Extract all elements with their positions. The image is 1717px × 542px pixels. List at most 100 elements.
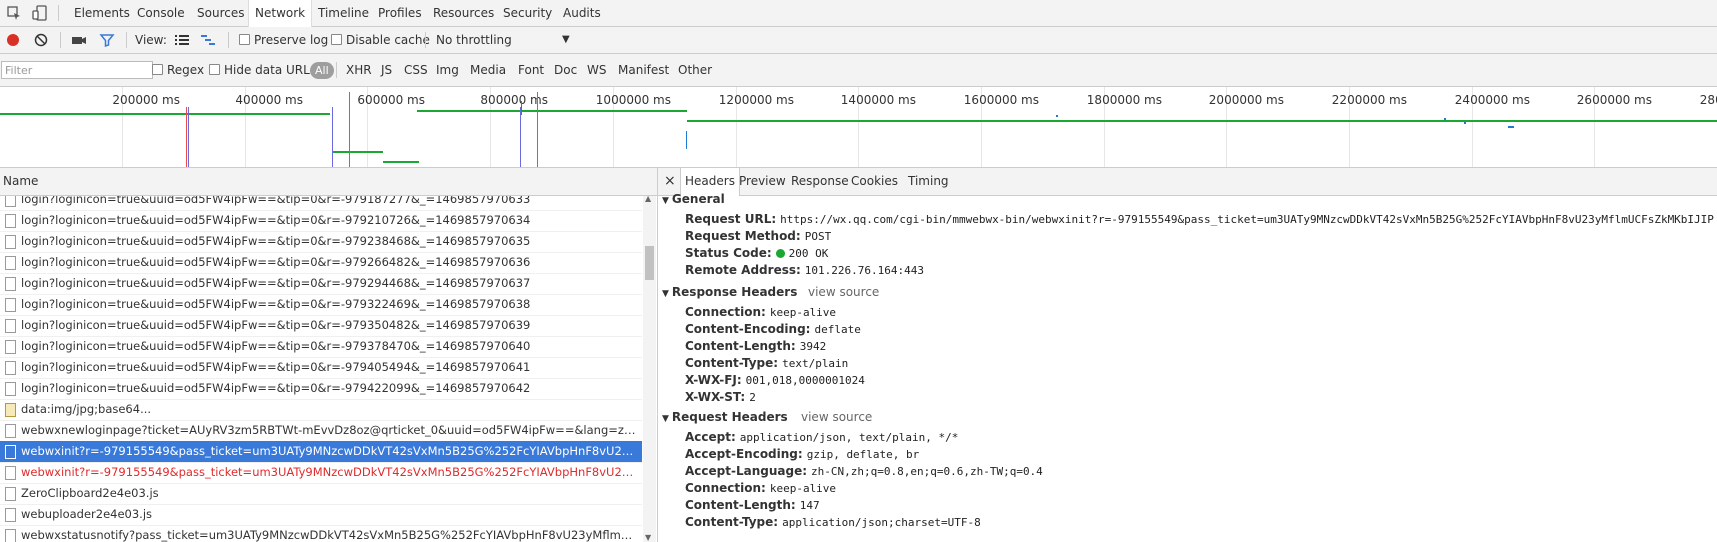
hide-data-urls-checkbox[interactable]: Hide data URLs bbox=[209, 54, 316, 86]
tab-profiles[interactable]: Profiles bbox=[372, 0, 428, 26]
screenshot-camera-icon[interactable] bbox=[71, 32, 87, 48]
overview-tick-label: 1200000 ms bbox=[718, 93, 794, 107]
preserve-log-checkbox[interactable]: Preserve log bbox=[239, 27, 328, 53]
scrollbar-thumb[interactable] bbox=[645, 246, 654, 280]
header-key: Content-Length: bbox=[685, 498, 796, 512]
disclosure-triangle-icon[interactable]: ▼ bbox=[662, 289, 669, 299]
checkbox-box[interactable] bbox=[209, 64, 220, 75]
regex-label: Regex bbox=[167, 63, 205, 77]
tab-response[interactable]: Response bbox=[787, 168, 853, 195]
filter-type-img[interactable]: Img bbox=[436, 54, 459, 86]
dom-content-loaded-marker bbox=[332, 107, 333, 167]
document-file-icon bbox=[5, 235, 16, 249]
hide-data-urls-label: Hide data URLs bbox=[224, 63, 317, 77]
request-name: login?loginicon=true&uuid=od5FW4ipFw==&t… bbox=[21, 213, 531, 227]
tab-timing[interactable]: Timing bbox=[904, 168, 953, 195]
tab-resources[interactable]: Resources bbox=[427, 0, 500, 26]
tab-preview[interactable]: Preview bbox=[735, 168, 790, 195]
request-row[interactable]: webwxinit?r=-979155549&pass_ticket=um3UA… bbox=[0, 462, 642, 484]
header-entry: Request Method: POST bbox=[685, 228, 831, 245]
filter-type-xhr[interactable]: XHR bbox=[346, 54, 372, 86]
filter-type-font[interactable]: Font bbox=[518, 54, 544, 86]
request-row[interactable]: login?loginicon=true&uuid=od5FW4ipFw==&t… bbox=[0, 378, 642, 400]
filter-funnel-icon[interactable] bbox=[99, 32, 115, 48]
header-key: Remote Address: bbox=[685, 263, 801, 277]
request-row[interactable]: login?loginicon=true&uuid=od5FW4ipFw==&t… bbox=[0, 252, 642, 274]
filter-type-js[interactable]: JS bbox=[381, 54, 392, 86]
request-row[interactable]: login?loginicon=true&uuid=od5FW4ipFw==&t… bbox=[0, 294, 642, 316]
tab-console[interactable]: Console bbox=[131, 0, 191, 26]
large-rows-icon[interactable] bbox=[174, 32, 190, 48]
tab-cookies[interactable]: Cookies bbox=[847, 168, 902, 195]
chevron-down-icon[interactable]: ▼ bbox=[562, 27, 570, 53]
request-row[interactable]: login?loginicon=true&uuid=od5FW4ipFw==&t… bbox=[0, 273, 642, 295]
divider bbox=[336, 62, 337, 78]
section-response-headers-toggle[interactable]: ▼ Response Headers bbox=[662, 285, 797, 299]
disable-cache-checkbox[interactable]: Disable cache bbox=[331, 27, 430, 53]
overview-waterfall-icon[interactable] bbox=[200, 32, 216, 48]
request-row[interactable]: login?loginicon=true&uuid=od5FW4ipFw==&t… bbox=[0, 315, 642, 337]
filter-type-other[interactable]: Other bbox=[678, 54, 712, 86]
section-request-headers-toggle[interactable]: ▼ Request Headers bbox=[662, 410, 788, 424]
request-row[interactable]: ZeroClipboard2e4e03.js bbox=[0, 483, 642, 505]
filter-type-media[interactable]: Media bbox=[470, 54, 506, 86]
request-row[interactable]: login?loginicon=true&uuid=od5FW4ipFw==&t… bbox=[0, 231, 642, 253]
header-entry: Content-Length: 3942 bbox=[685, 338, 826, 355]
section-general-toggle[interactable]: ▼ General bbox=[662, 192, 725, 206]
header-entry: Accept: application/json, text/plain, */* bbox=[685, 429, 958, 446]
tab-security[interactable]: Security bbox=[497, 0, 558, 26]
tab-sources[interactable]: Sources bbox=[191, 0, 250, 26]
filter-type-manifest[interactable]: Manifest bbox=[618, 54, 669, 86]
timeline-overview[interactable]: 200000 ms 400000 ms 600000 ms 800000 ms 1000… bbox=[0, 87, 1717, 168]
clear-icon[interactable] bbox=[33, 32, 49, 48]
devtools-tabbar: Elements Console Sources Network Timeline Pro… bbox=[0, 0, 1717, 27]
disclosure-triangle-icon[interactable]: ▼ bbox=[662, 414, 669, 424]
request-name: login?loginicon=true&uuid=od5FW4ipFw==&t… bbox=[21, 196, 531, 206]
tab-network[interactable]: Network bbox=[248, 0, 313, 27]
inspect-element-icon[interactable] bbox=[6, 5, 22, 21]
view-source-link[interactable]: view source bbox=[801, 410, 872, 424]
request-row[interactable]: login?loginicon=true&uuid=od5FW4ipFw==&t… bbox=[0, 210, 642, 232]
request-row[interactable]: login?loginicon=true&uuid=od5FW4ipFw==&t… bbox=[0, 196, 642, 211]
request-row[interactable]: webuploader2e4e03.js bbox=[0, 504, 642, 526]
filter-type-doc[interactable]: Doc bbox=[554, 54, 577, 86]
filter-input[interactable] bbox=[1, 61, 153, 79]
request-row[interactable]: login?loginicon=true&uuid=od5FW4ipFw==&t… bbox=[0, 357, 642, 379]
header-entry: Connection: keep-alive bbox=[685, 304, 836, 321]
view-source-link[interactable]: view source bbox=[808, 285, 879, 299]
name-column-header[interactable]: Name bbox=[0, 168, 657, 196]
load-event-marker bbox=[186, 107, 187, 167]
checkbox-box[interactable] bbox=[239, 34, 250, 45]
filter-type-all[interactable]: All bbox=[310, 62, 334, 79]
request-row[interactable]: webwxinit?r=-979155549&pass_ticket=um3UA… bbox=[0, 441, 642, 463]
checkbox-box[interactable] bbox=[331, 34, 342, 45]
checkbox-box[interactable] bbox=[152, 64, 163, 75]
device-mode-icon[interactable] bbox=[32, 5, 48, 21]
header-entry: Content-Encoding: deflate bbox=[685, 321, 861, 338]
request-bar bbox=[333, 151, 383, 153]
record-icon[interactable] bbox=[5, 32, 21, 48]
request-row[interactable]: data:img/jpg;base64... bbox=[0, 399, 642, 421]
list-scrollbar[interactable]: ▲ ▼ bbox=[643, 194, 656, 542]
regex-checkbox[interactable]: Regex bbox=[152, 54, 204, 86]
request-name: webwxstatusnotify?pass_ticket=um3UATy9MN… bbox=[21, 528, 640, 542]
section-title: Request Headers bbox=[671, 410, 788, 424]
request-row[interactable]: webwxstatusnotify?pass_ticket=um3UATy9MN… bbox=[0, 525, 642, 542]
scroll-down-icon[interactable]: ▼ bbox=[645, 533, 651, 542]
filter-type-css[interactable]: CSS bbox=[404, 54, 428, 86]
disclosure-triangle-icon[interactable]: ▼ bbox=[662, 196, 669, 206]
tab-timeline[interactable]: Timeline bbox=[312, 0, 375, 26]
throttling-select[interactable]: No throttling bbox=[436, 27, 512, 53]
tab-audits[interactable]: Audits bbox=[557, 0, 607, 26]
scroll-up-icon[interactable]: ▲ bbox=[645, 194, 651, 203]
request-row[interactable]: login?loginicon=true&uuid=od5FW4ipFw==&t… bbox=[0, 336, 642, 358]
header-entry: Content-Type: text/plain bbox=[685, 355, 848, 372]
header-key: Request URL: bbox=[685, 212, 777, 226]
filter-type-ws[interactable]: WS bbox=[587, 54, 606, 86]
document-file-icon bbox=[5, 361, 16, 375]
close-icon[interactable]: × bbox=[660, 168, 680, 195]
request-dot bbox=[1464, 122, 1466, 124]
tab-elements[interactable]: Elements bbox=[68, 0, 136, 26]
document-file-icon bbox=[5, 487, 16, 501]
request-row[interactable]: webwxnewloginpage?ticket=AUyRV3zm5RBTWt-… bbox=[0, 420, 642, 442]
